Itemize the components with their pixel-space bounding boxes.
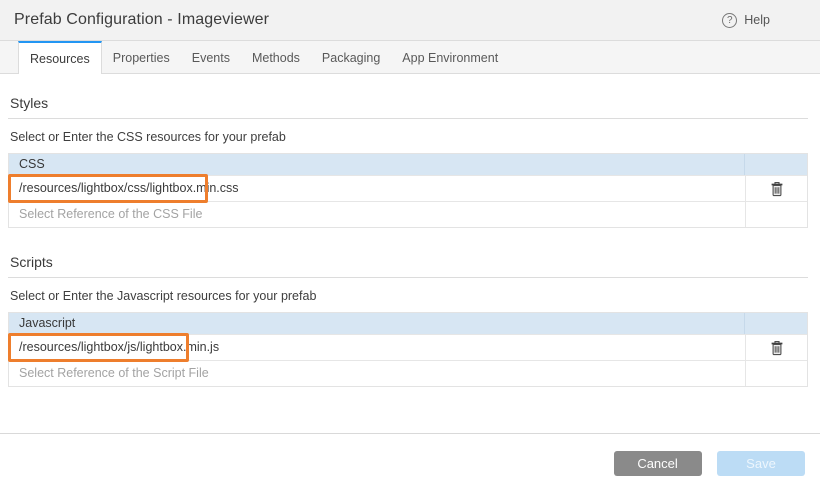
delete-css-resource-button[interactable]	[768, 179, 786, 199]
title-bar: Prefab Configuration - Imageviewer ? Hel…	[0, 0, 820, 41]
tab-events[interactable]: Events	[181, 41, 241, 73]
table-row: Select Reference of the Script File	[9, 360, 807, 386]
table-row: /resources/lightbox/js/lightbox.min.js	[9, 334, 807, 360]
cancel-button[interactable]: Cancel	[614, 451, 702, 476]
css-resource-value[interactable]: /resources/lightbox/css/lightbox.min.css	[9, 176, 745, 201]
trash-icon	[770, 340, 784, 356]
css-reference-placeholder-field[interactable]: Select Reference of the CSS File	[9, 202, 745, 227]
tab-app-environment[interactable]: App Environment	[391, 41, 509, 73]
css-resources-table: CSS /resources/lightbox/css/lightbox.min…	[8, 153, 808, 228]
script-resource-value[interactable]: /resources/lightbox/js/lightbox.min.js	[9, 335, 745, 360]
tab-resources[interactable]: Resources	[18, 41, 102, 74]
styles-section-description: Select or Enter the CSS resources for yo…	[10, 130, 808, 144]
css-table-header: CSS	[9, 154, 807, 175]
scripts-section-description: Select or Enter the Javascript resources…	[10, 289, 808, 303]
scripts-section-heading: Scripts	[8, 254, 808, 278]
tab-packaging[interactable]: Packaging	[311, 41, 391, 73]
script-placeholder-actions	[745, 361, 807, 386]
table-row: /resources/lightbox/css/lightbox.min.css	[9, 175, 807, 201]
script-reference-placeholder-field[interactable]: Select Reference of the Script File	[9, 361, 745, 386]
delete-script-resource-button[interactable]	[768, 338, 786, 358]
script-resources-table: Javascript /resources/lightbox/js/lightb…	[8, 312, 808, 387]
script-table-header: Javascript	[9, 313, 807, 334]
save-button[interactable]: Save	[717, 451, 805, 476]
trash-icon	[770, 181, 784, 197]
help-label: Help	[744, 13, 770, 27]
css-row-actions	[745, 176, 807, 201]
table-row: Select Reference of the CSS File	[9, 201, 807, 227]
tab-properties[interactable]: Properties	[102, 41, 181, 73]
page-title: Prefab Configuration - Imageviewer	[14, 11, 269, 29]
help-button[interactable]: ? Help	[722, 13, 770, 28]
script-row-actions	[745, 335, 807, 360]
tab-methods[interactable]: Methods	[241, 41, 311, 73]
css-placeholder-actions	[745, 202, 807, 227]
resources-panel: Styles Select or Enter the CSS resources…	[0, 95, 820, 387]
styles-section-heading: Styles	[8, 95, 808, 119]
help-circle-icon: ?	[722, 13, 737, 28]
tab-bar: Resources Properties Events Methods Pack…	[0, 41, 820, 74]
footer-action-bar: Cancel Save	[0, 433, 820, 491]
